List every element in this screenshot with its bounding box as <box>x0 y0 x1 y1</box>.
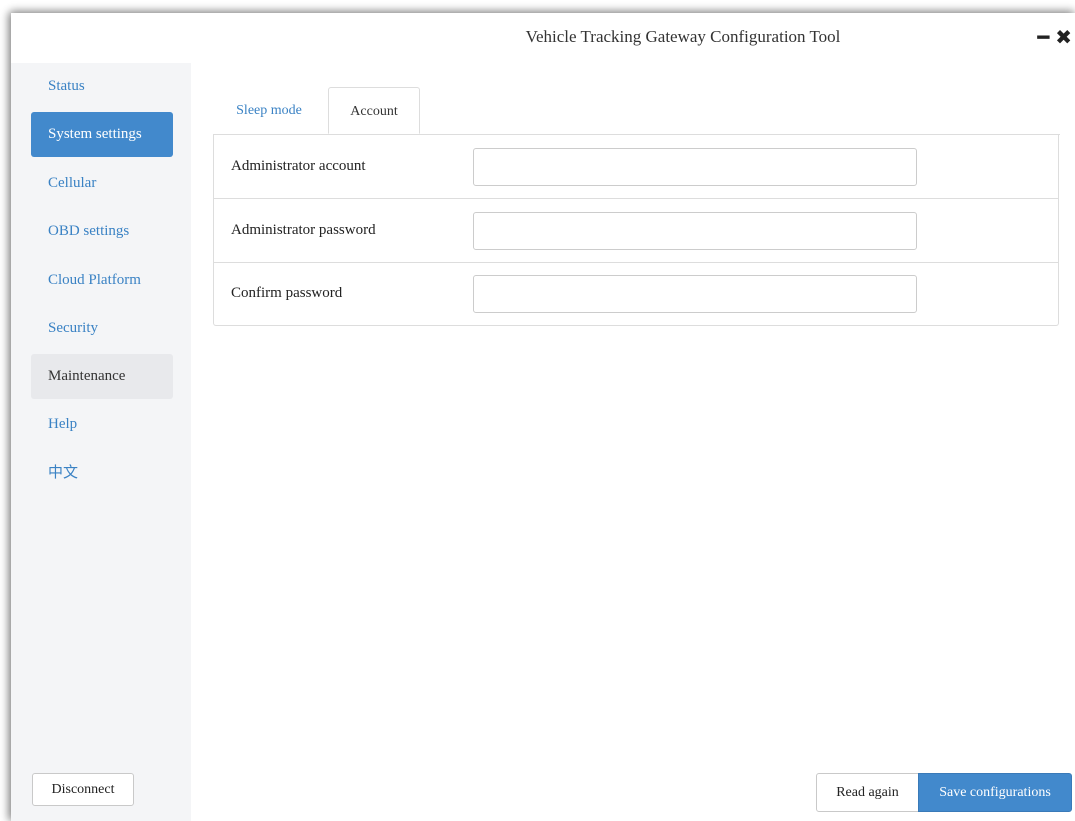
disconnect-button[interactable]: Disconnect <box>32 773 134 806</box>
save-configurations-button[interactable]: Save configurations <box>918 773 1072 812</box>
sidebar: Status System settings Cellular OBD sett… <box>11 63 191 821</box>
title-bar[interactable]: Vehicle Tracking Gateway Configuration T… <box>11 13 1075 63</box>
confirm-password-label: Confirm password <box>231 285 343 301</box>
sidebar-item-security[interactable]: Security <box>31 306 173 351</box>
tab-account[interactable]: Account <box>328 87 420 134</box>
sidebar-item-cloud-platform[interactable]: Cloud Platform <box>31 258 173 303</box>
form-row-admin-password: Administrator password <box>214 199 1058 263</box>
sidebar-item-system-settings[interactable]: System settings <box>31 112 173 157</box>
sidebar-item-language[interactable]: 中文 <box>31 450 173 495</box>
tab-bar: Sleep mode Account <box>213 87 1060 135</box>
window-controls: ━ ✖ <box>1037 25 1072 50</box>
confirm-password-input[interactable] <box>473 275 917 313</box>
admin-password-label: Administrator password <box>231 222 376 238</box>
account-form: Administrator account Administrator pass… <box>213 135 1059 326</box>
sidebar-item-status[interactable]: Status <box>31 64 173 109</box>
admin-account-label: Administrator account <box>231 158 366 174</box>
tab-sleep-mode[interactable]: Sleep mode <box>213 87 325 134</box>
sidebar-item-maintenance[interactable]: Maintenance <box>31 354 173 399</box>
sidebar-item-obd-settings[interactable]: OBD settings <box>31 209 173 254</box>
sidebar-item-cellular[interactable]: Cellular <box>31 161 173 206</box>
form-row-confirm-password: Confirm password <box>214 262 1058 325</box>
sidebar-item-help[interactable]: Help <box>31 402 173 447</box>
app-window: Vehicle Tracking Gateway Configuration T… <box>11 13 1075 821</box>
window-title: Vehicle Tracking Gateway Configuration T… <box>525 27 841 46</box>
read-again-button[interactable]: Read again <box>816 773 919 812</box>
close-icon[interactable]: ✖ <box>1055 25 1072 49</box>
admin-account-input[interactable] <box>473 148 917 186</box>
form-row-admin-account: Administrator account <box>214 135 1058 199</box>
admin-password-input[interactable] <box>473 212 917 250</box>
minimize-icon[interactable]: ━ <box>1037 25 1049 49</box>
